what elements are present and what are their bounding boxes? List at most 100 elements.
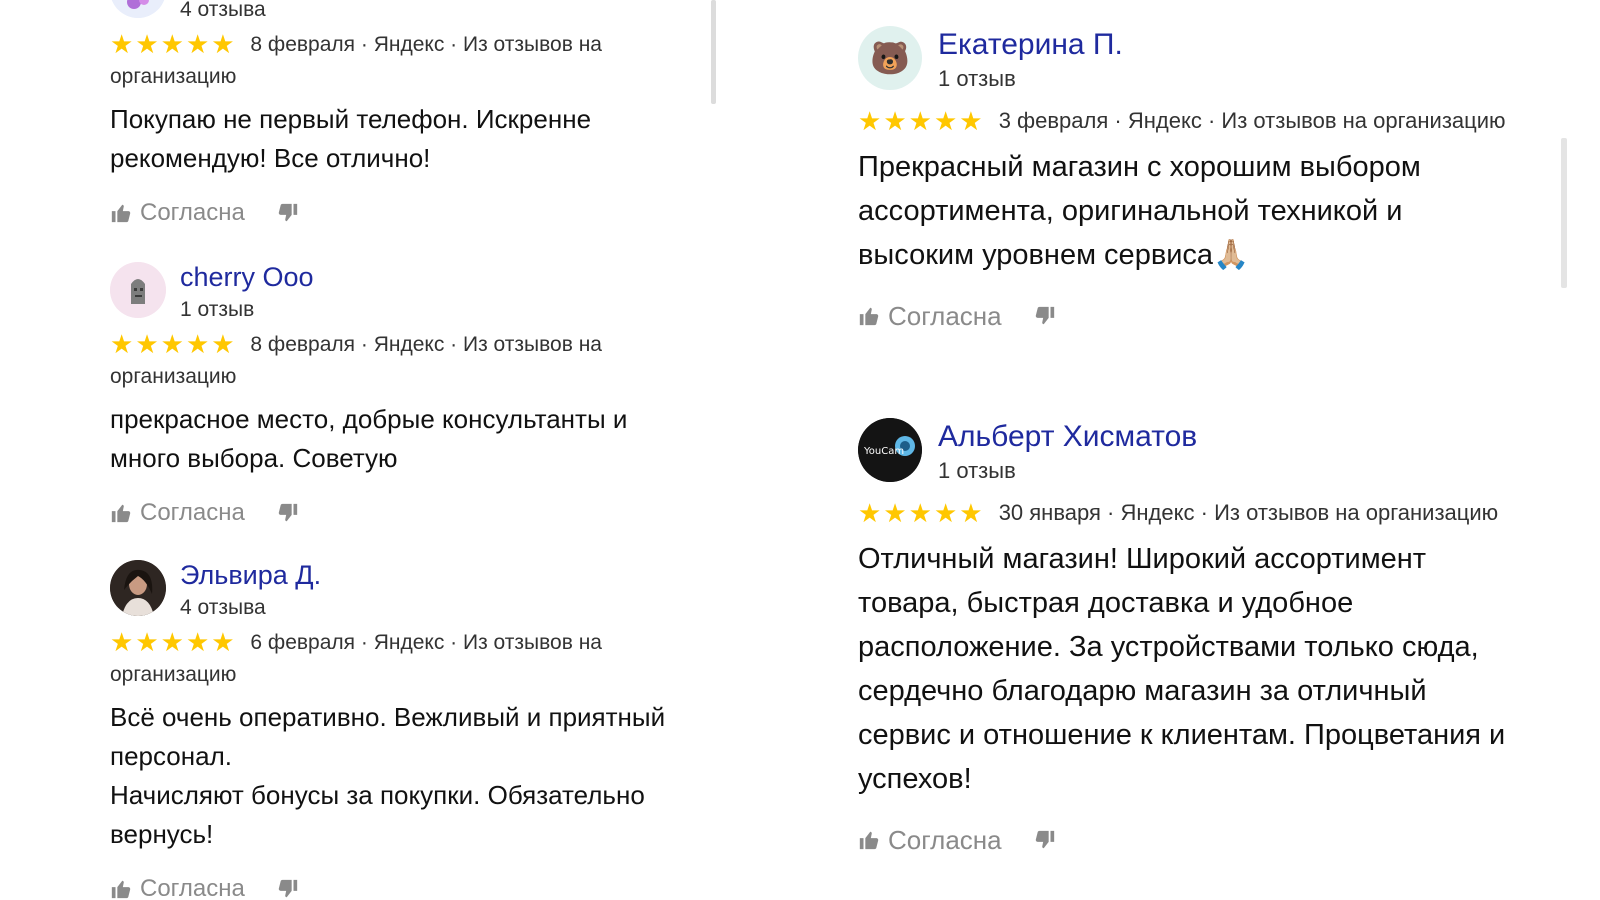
star-icon: ★ (211, 627, 235, 657)
star-icon: ★ (110, 627, 134, 657)
avatar-image-icon (111, 0, 165, 18)
review-source: Яндекс (1120, 500, 1195, 525)
review-source: Яндекс (373, 333, 445, 356)
avatar[interactable] (110, 262, 166, 318)
reviews-column-right: 🐻 Екатерина П. 1 отзыв ★★★★★ 3 февраля ·… (780, 0, 1600, 900)
thumb-down-icon[interactable] (1034, 305, 1056, 327)
star-icon: ★ (858, 106, 882, 136)
author-name[interactable]: Эльвира Д. (180, 560, 321, 591)
review-source: Яндекс (373, 33, 445, 56)
agree-button[interactable]: Согласна (110, 875, 245, 900)
star-icon: ★ (933, 106, 958, 136)
review-actions: Согласна (110, 496, 690, 530)
review-actions: Согласна (110, 872, 690, 900)
review-actions: Согласна (858, 823, 1518, 857)
thumb-down-icon[interactable] (277, 202, 299, 224)
scrollbar-right[interactable] (1561, 138, 1567, 288)
star-icon: ★ (185, 29, 210, 59)
review-date: 8 февраля (250, 33, 356, 56)
star-icon: ★ (185, 329, 210, 359)
review-meta: ★★★★★ 6 февраля · Яндекс · Из отзывов на… (110, 627, 602, 686)
author-review-count: 1 отзыв (938, 66, 1016, 91)
agree-button[interactable]: Согласна (110, 499, 245, 527)
avatar-logo-text: YouCam (863, 446, 904, 457)
review-card: 4 отзыва ★★★★★ 8 февраля · Яндекс · Из о… (110, 0, 690, 230)
author-review-count: 4 отзыва (180, 596, 266, 619)
avatar[interactable] (110, 0, 166, 18)
thumb-up-icon (859, 831, 879, 850)
review-source: Яндекс (1127, 108, 1202, 133)
star-icon: ★ (933, 498, 958, 528)
star-icon: ★ (883, 106, 907, 136)
avatar-photo-icon (110, 560, 166, 616)
thumb-down-icon[interactable] (1034, 829, 1056, 851)
author-review-count: 1 отзыв (180, 298, 255, 321)
review-date: 6 февраля (250, 631, 356, 654)
review-text: Покупаю не первый телефон. Искренне реко… (110, 104, 592, 173)
agree-label: Согласна (888, 824, 1002, 855)
agree-button[interactable]: Согласна (858, 301, 1002, 332)
rating-stars: ★★★★★ (110, 31, 237, 62)
review-meta: ★★★★★ 8 февраля · Яндекс · Из отзывов на… (110, 29, 602, 88)
bear-avatar-icon: 🐻 (870, 40, 910, 76)
agree-label: Согласна (140, 199, 245, 226)
star-icon: ★ (908, 106, 932, 136)
avatar-image-icon (110, 262, 166, 318)
star-icon: ★ (211, 29, 235, 59)
star-icon: ★ (135, 29, 159, 59)
author-name[interactable]: Альберт Хисматов (938, 420, 1197, 454)
author-review-count: 1 отзыв (938, 458, 1016, 483)
thumb-up-icon (859, 307, 879, 326)
review-text: Всё очень оперативно. Вежливый и приятны… (110, 702, 666, 849)
star-icon: ★ (185, 627, 210, 657)
review-source: Яндекс (373, 631, 445, 654)
agree-button[interactable]: Согласна (110, 199, 245, 227)
review-date: 8 февраля (250, 333, 356, 356)
rating-stars: ★★★★★ (858, 106, 985, 139)
star-icon: ★ (959, 106, 983, 136)
review-card: YouCam Альберт Хисматов 1 отзыв ★★★★★ 30… (858, 418, 1518, 857)
review-origin[interactable]: Из отзывов на организацию (1214, 500, 1498, 525)
thumb-up-icon (111, 880, 131, 899)
avatar[interactable]: YouCam (858, 418, 922, 482)
review-card: 🐻 Екатерина П. 1 отзыв ★★★★★ 3 февраля ·… (858, 26, 1518, 333)
thumb-down-icon[interactable] (277, 878, 299, 900)
star-icon: ★ (110, 329, 134, 359)
review-meta: ★★★★★ 3 февраля · Яндекс · Из отзывов на… (858, 104, 1518, 139)
review-meta: ★★★★★ 8 февраля · Яндекс · Из отзывов на… (110, 329, 602, 388)
review-date: 3 февраля (998, 108, 1109, 133)
star-icon: ★ (160, 29, 184, 59)
author-name[interactable]: Екатерина П. (938, 28, 1123, 62)
review-text: Отличный магазин! Широкий ассортимент то… (858, 543, 1506, 795)
review-card: Эльвира Д. 4 отзыва ★★★★★ 6 февраля · Ян… (110, 560, 690, 900)
star-icon: ★ (160, 329, 184, 359)
star-icon: ★ (959, 498, 983, 528)
thumb-up-icon (111, 504, 131, 523)
agree-label: Согласна (140, 499, 245, 526)
avatar[interactable] (110, 560, 166, 616)
agree-label: Согласна (888, 300, 1002, 331)
thumb-up-icon (111, 204, 131, 223)
thumb-down-icon[interactable] (277, 502, 299, 524)
review-origin[interactable]: Из отзывов на организацию (1221, 108, 1505, 133)
rating-stars: ★★★★★ (858, 498, 985, 531)
agree-label: Согласна (140, 875, 245, 900)
scrollbar-left[interactable] (711, 0, 716, 104)
review-meta: ★★★★★ 30 января · Яндекс · Из отзывов на… (858, 496, 1518, 531)
author-name[interactable]: cherry Ooo (180, 262, 314, 293)
avatar[interactable]: 🐻 (858, 26, 922, 90)
author-review-count: 4 отзыва (180, 0, 266, 21)
review-card: cherry Ooo 1 отзыв ★★★★★ 8 февраля · Янд… (110, 262, 690, 530)
star-icon: ★ (110, 29, 134, 59)
agree-button[interactable]: Согласна (858, 825, 1002, 856)
review-actions: Согласна (858, 299, 1518, 333)
star-icon: ★ (135, 329, 159, 359)
rating-stars: ★★★★★ (110, 629, 237, 660)
star-icon: ★ (135, 627, 159, 657)
star-icon: ★ (211, 329, 235, 359)
star-icon: ★ (160, 627, 184, 657)
rating-stars: ★★★★★ (110, 331, 237, 362)
review-actions: Согласна (110, 196, 690, 230)
star-icon: ★ (908, 498, 932, 528)
review-date: 30 января (998, 500, 1101, 525)
